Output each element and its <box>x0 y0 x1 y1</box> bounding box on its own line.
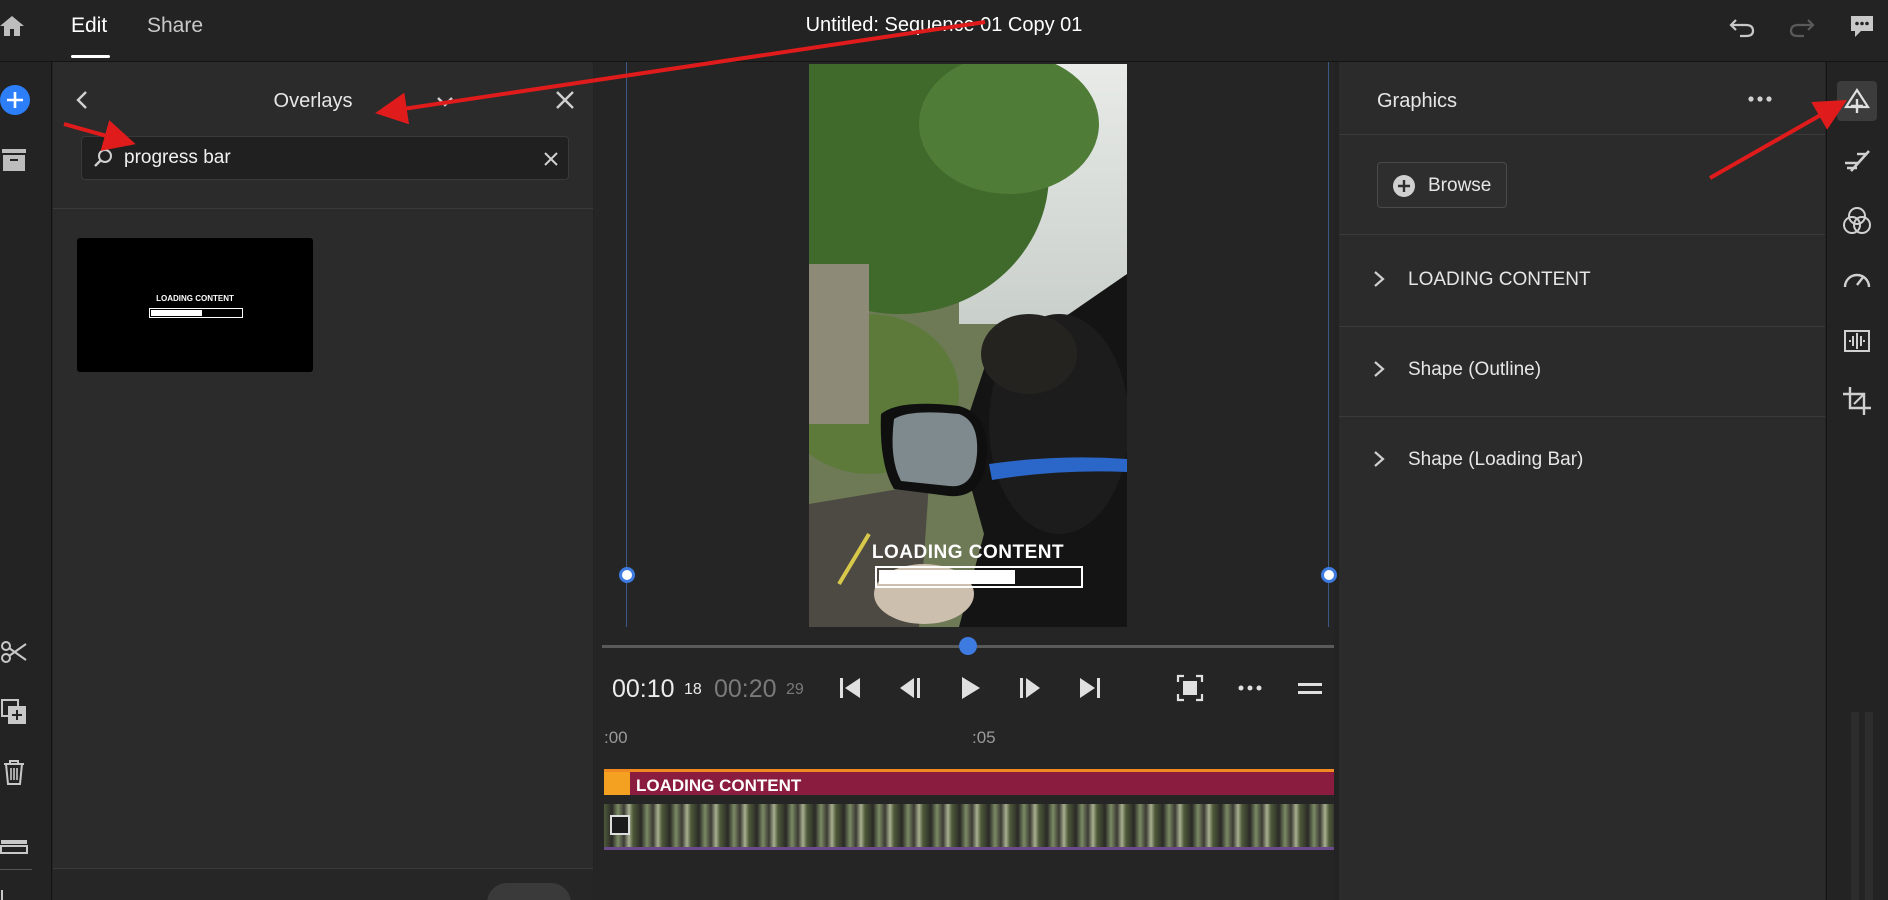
total-duration: 00:20 <box>714 675 777 703</box>
panel-footer <box>53 868 593 900</box>
clip-transition-icon[interactable] <box>610 815 630 835</box>
preview-overlay-title: LOADING CONTENT <box>871 542 1065 563</box>
audio-meter-right <box>1865 712 1873 900</box>
right-safe-guide <box>1328 62 1329 627</box>
left-toolbar <box>0 62 52 900</box>
crop-icon <box>1843 387 1871 415</box>
playback-scrubber[interactable] <box>602 637 1334 655</box>
graphics-icon <box>1843 87 1871 113</box>
thumbnail-title: LOADING CONTENT <box>156 294 234 303</box>
track-settings-icon[interactable] <box>0 884 28 900</box>
feedback-icon[interactable] <box>1848 12 1876 40</box>
section-shape-outline[interactable]: Shape (Outline) <box>1339 327 1825 417</box>
rail-divider <box>0 869 32 870</box>
go-to-start-icon[interactable] <box>832 670 868 706</box>
ruler-label-5s: :05 <box>972 728 996 747</box>
section-label: Shape (Outline) <box>1408 359 1542 380</box>
audio-meter-left <box>1851 712 1859 900</box>
thumbnail-progress-bar <box>149 308 243 318</box>
overlays-title[interactable]: Overlays <box>53 90 573 113</box>
chevron-right-icon <box>1374 361 1385 377</box>
split-clip-icon[interactable] <box>0 638 28 666</box>
crop-tool[interactable] <box>1837 381 1877 421</box>
effects-icon <box>1845 150 1870 172</box>
right-toolbar <box>1826 62 1888 900</box>
redo-icon[interactable] <box>1788 12 1816 40</box>
track-icon[interactable] <box>0 832 28 860</box>
section-shape-loading-bar[interactable]: Shape (Loading Bar) <box>1339 417 1825 507</box>
more-options-icon[interactable] <box>1232 670 1268 706</box>
graphics-panel: Graphics Browse LOADING CONTENT Shape (O… <box>1339 62 1825 900</box>
section-label: LOADING CONTENT <box>1408 269 1591 290</box>
search-box <box>81 136 569 180</box>
speed-tool[interactable] <box>1837 261 1877 301</box>
left-safe-guide <box>626 62 627 627</box>
section-label: Shape (Loading Bar) <box>1408 449 1584 470</box>
footer-pill-button[interactable] <box>487 883 571 900</box>
graphics-divider <box>1339 134 1825 135</box>
step-forward-icon[interactable] <box>1012 670 1048 706</box>
premiere-rush-window: Edit Share Untitled: Sequence 01 Copy 01 <box>0 0 1888 900</box>
right-transform-handle[interactable] <box>1321 567 1337 583</box>
menu-icon[interactable] <box>1292 670 1328 706</box>
current-frames: 18 <box>684 681 702 698</box>
go-to-end-icon[interactable] <box>1072 670 1108 706</box>
fit-to-screen-icon[interactable] <box>1172 670 1208 706</box>
thumbnail-progress-fill <box>151 310 202 316</box>
project-title: Untitled: Sequence 01 Copy 01 <box>805 14 1083 36</box>
video-preview[interactable]: LOADING CONTENT <box>809 64 1127 627</box>
chevron-right-icon <box>1374 271 1385 287</box>
total-frames: 29 <box>786 681 804 698</box>
tab-edit-underline <box>71 55 110 58</box>
playhead-knob[interactable] <box>959 637 977 655</box>
graphics-title: Graphics <box>1377 90 1458 112</box>
add-circle-icon <box>1393 175 1415 197</box>
speed-icon <box>1843 273 1871 288</box>
graphics-tool[interactable] <box>1837 81 1877 121</box>
left-transform-handle[interactable] <box>619 567 635 583</box>
top-bar: Edit Share Untitled: Sequence 01 Copy 01 <box>0 0 1888 62</box>
browse-button[interactable]: Browse <box>1377 162 1507 208</box>
duplicate-icon[interactable] <box>0 698 28 726</box>
center-area: LOADING CONTENT 00:10 18 00:20 29:00:0… <box>594 62 1337 900</box>
overlays-panel: Overlays LOADING CONTENT <box>53 62 593 900</box>
chevron-down-icon[interactable] <box>433 90 457 114</box>
section-loading-content[interactable]: LOADING CONTENT <box>1339 235 1825 325</box>
play-icon[interactable] <box>952 670 988 706</box>
add-media-icon[interactable] <box>0 84 32 116</box>
chevron-right-icon <box>1374 451 1385 467</box>
delete-icon[interactable] <box>0 758 28 786</box>
audio-tool[interactable] <box>1837 321 1877 361</box>
panel-divider <box>53 208 593 209</box>
current-timecode: 00:10 <box>612 675 675 703</box>
preview-progress-fill <box>879 570 1015 584</box>
search-icon <box>94 149 112 167</box>
more-icon[interactable] <box>1745 84 1775 114</box>
overlay-result-thumbnail[interactable]: LOADING CONTENT <box>77 238 313 372</box>
effects-tool[interactable] <box>1837 141 1877 181</box>
ruler-label-start: :00 <box>604 728 628 747</box>
graphics-clip[interactable]: LOADING CONTENT <box>604 769 1334 795</box>
media-bin-icon[interactable] <box>0 146 28 174</box>
color-icon <box>1843 207 1871 234</box>
color-tool[interactable] <box>1837 201 1877 241</box>
video-clip-thumbnails <box>604 804 1334 847</box>
graphics-clip-marker <box>604 772 630 795</box>
clear-search-icon[interactable] <box>542 150 560 168</box>
video-clip[interactable] <box>604 804 1334 850</box>
step-back-icon[interactable] <box>892 670 928 706</box>
search-input[interactable] <box>124 145 524 171</box>
undo-icon[interactable] <box>1728 12 1756 40</box>
preview-progress-bar <box>875 566 1083 588</box>
browse-label: Browse <box>1428 175 1492 196</box>
close-icon[interactable] <box>553 88 577 112</box>
audio-icon <box>1844 330 1870 352</box>
graphics-clip-label: LOADING CONTENT <box>636 776 802 795</box>
